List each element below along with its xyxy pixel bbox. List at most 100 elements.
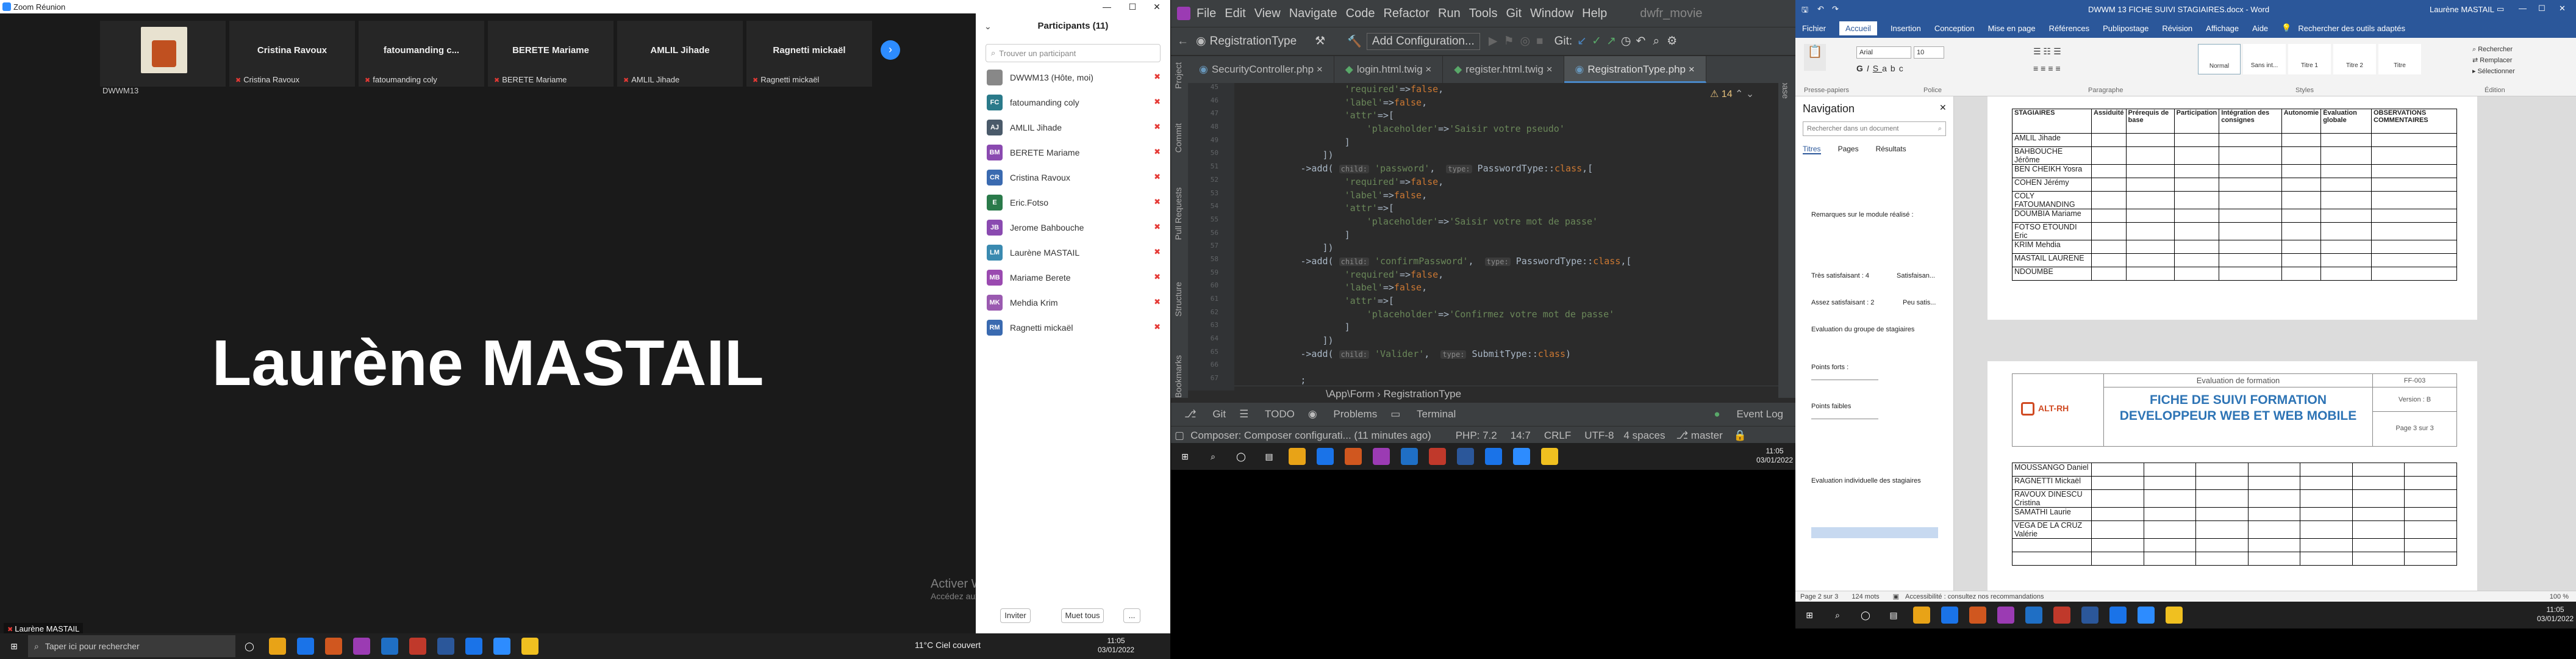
table-cell[interactable] — [2143, 463, 2197, 477]
table-cell[interactable] — [2174, 178, 2220, 192]
table-cell[interactable] — [2371, 240, 2457, 254]
phpstorm-icon[interactable] — [353, 638, 370, 655]
add-configuration-button[interactable]: Add Configuration... — [1366, 32, 1480, 50]
maximize-icon[interactable]: ☐ — [1120, 0, 1145, 13]
invite-button[interactable]: Inviter — [1000, 608, 1031, 623]
table-cell[interactable] — [2091, 507, 2144, 521]
status-message[interactable]: Composer: Composer configurati... (11 mi… — [1190, 430, 1431, 442]
ribbon-tab-references[interactable]: Références — [2049, 24, 2089, 33]
table-cell[interactable] — [2174, 253, 2220, 267]
app-icon[interactable] — [1429, 448, 1446, 465]
table-cell[interactable] — [2195, 463, 2249, 477]
table-cell[interactable] — [2091, 191, 2127, 209]
undo-icon[interactable]: ↶ — [1817, 4, 1824, 14]
nav-heading[interactable]: Remarques sur le module réalisé : — [1811, 211, 1914, 218]
ribbon-options-icon[interactable]: ▭ — [2497, 4, 2504, 14]
student-name-cell[interactable]: NDOUMBE — [2012, 267, 2092, 281]
table-cell[interactable] — [2125, 146, 2175, 165]
ribbon-tab-fichier[interactable]: Fichier — [1802, 24, 1826, 33]
table-cell[interactable] — [2320, 178, 2372, 192]
find-button[interactable]: ⌕ Rechercher — [2472, 44, 2515, 55]
video-tile[interactable]: AMLIL Jihade ✖ AMLIL Jihade — [617, 21, 743, 87]
zoom-icon[interactable] — [493, 638, 510, 655]
table-cell[interactable] — [2247, 507, 2301, 521]
chrome-icon[interactable] — [1485, 448, 1502, 465]
table-cell[interactable] — [2281, 133, 2322, 147]
table-cell[interactable] — [2195, 552, 2249, 566]
tool-structure[interactable]: Structure — [1173, 282, 1183, 317]
table-cell[interactable] — [2174, 222, 2220, 240]
debug-icon[interactable]: ⚑ — [1503, 34, 1514, 48]
clock[interactable]: 11:05 03/01/2022 — [1756, 447, 1793, 465]
table-cell[interactable] — [2143, 476, 2197, 490]
participant-item[interactable]: JB Jerome Bahbouche ✖ — [976, 215, 1170, 240]
table-cell[interactable] — [2281, 240, 2322, 254]
student-name-cell[interactable]: VEGA DE LA CRUZ Valérie — [2012, 520, 2092, 539]
style-no-spacing[interactable]: Sans int... — [2243, 44, 2286, 74]
participant-item[interactable]: RM Ragnetti mickaël ✖ — [976, 315, 1170, 340]
table-cell[interactable] — [2091, 476, 2144, 490]
ribbon-tab-mise-en-page[interactable]: Mise en page — [1988, 24, 2036, 33]
indent-setting[interactable]: 4 spaces — [1623, 430, 1665, 442]
table-cell[interactable] — [2091, 253, 2127, 267]
table-cell[interactable] — [2247, 520, 2301, 539]
student-name-cell[interactable]: COLY FATOUMANDING — [2012, 191, 2092, 209]
tool-todo[interactable]: ☰ TODO — [1239, 408, 1295, 420]
clock[interactable]: 11:05 03/01/2022 — [1098, 636, 1134, 655]
tool-event-log[interactable]: ● Event Log — [1700, 408, 1783, 420]
table-cell[interactable] — [2371, 133, 2457, 147]
student-name-cell[interactable]: RAVOUX DINESCU Cristina — [2012, 489, 2092, 508]
participant-item[interactable]: E Eric.Fotso ✖ — [976, 190, 1170, 215]
more-options-button[interactable]: ... — [1123, 608, 1140, 623]
vscode-icon[interactable] — [381, 638, 398, 655]
tab-securitycontroller[interactable]: ◉ SecurityController.php × — [1188, 56, 1334, 83]
ribbon-tab-insertion[interactable]: Insertion — [1891, 24, 1921, 33]
table-cell[interactable] — [2219, 191, 2282, 209]
ribbon-tab-affichage[interactable]: Affichage — [2206, 24, 2239, 33]
table-cell[interactable] — [2125, 191, 2175, 209]
paste-button[interactable]: 📋 — [1804, 44, 1826, 71]
chrome-icon[interactable] — [1941, 607, 1958, 624]
word-count[interactable]: 124 mots — [1852, 593, 1879, 600]
student-name-cell[interactable] — [2012, 552, 2092, 566]
table-cell[interactable] — [2174, 133, 2220, 147]
tab-login-twig[interactable]: ◆ login.html.twig × — [1334, 56, 1444, 83]
run-icon[interactable]: ▶ — [1489, 34, 1498, 48]
table-cell[interactable] — [2300, 489, 2353, 508]
ribbon-tab-publipostage[interactable]: Publipostage — [2103, 24, 2148, 33]
vcs-icon[interactable]: ⚒ — [1315, 34, 1325, 48]
table-cell[interactable] — [2091, 463, 2144, 477]
student-name-cell[interactable]: BEN CHEIKH Yosra — [2012, 164, 2092, 178]
nav-heading[interactable]: Assez satisfaisant : 2 — [1811, 299, 1874, 306]
font-format-buttons[interactable]: GISabc — [1856, 63, 1907, 73]
zoom-icon[interactable] — [1513, 448, 1530, 465]
participant-item[interactable]: MK Mehdia Krim ✖ — [976, 290, 1170, 315]
table-cell[interactable] — [2174, 146, 2220, 165]
table-cell[interactable] — [2091, 489, 2144, 508]
clock[interactable]: 11:05 03/01/2022 — [2537, 605, 2574, 624]
tool-bookmarks[interactable]: Bookmarks — [1173, 355, 1183, 398]
document-area[interactable]: STAGIAIRES Assiduité Prérequis de base Part… — [1954, 96, 2576, 591]
close-icon[interactable]: ✕ — [1145, 0, 1169, 13]
close-icon[interactable]: ✕ — [1939, 103, 1947, 113]
table-cell[interactable] — [2281, 209, 2322, 223]
video-tile[interactable]: fatoumanding c... ✖ fatoumanding coly — [359, 21, 484, 87]
nav-tab-pages[interactable]: Pages — [1838, 145, 1859, 154]
history-icon[interactable]: ◷ — [1621, 34, 1631, 48]
table-cell[interactable] — [2371, 209, 2457, 223]
table-cell[interactable] — [2174, 191, 2220, 209]
video-tile-self[interactable]: DWWM13 — [100, 21, 226, 95]
table-cell[interactable] — [2174, 267, 2220, 281]
table-cell[interactable] — [2352, 552, 2405, 566]
table-cell[interactable] — [2195, 520, 2249, 539]
table-cell[interactable] — [2281, 146, 2322, 165]
git-branch[interactable]: ⎇ master — [1676, 430, 1722, 442]
windows-start-icon[interactable]: ⊞ — [1801, 607, 1818, 624]
table-cell[interactable] — [2281, 178, 2322, 192]
table-cell[interactable] — [2371, 164, 2457, 178]
search-icon[interactable]: ⌕ — [1829, 607, 1846, 624]
task-view-icon[interactable]: ◯ — [1857, 607, 1874, 624]
participant-item[interactable]: DWWM13 (Hôte, moi) ✖ — [976, 65, 1170, 90]
font-name-select[interactable]: Arial — [1856, 46, 1911, 59]
git-update-icon[interactable]: ↙ — [1577, 34, 1587, 48]
